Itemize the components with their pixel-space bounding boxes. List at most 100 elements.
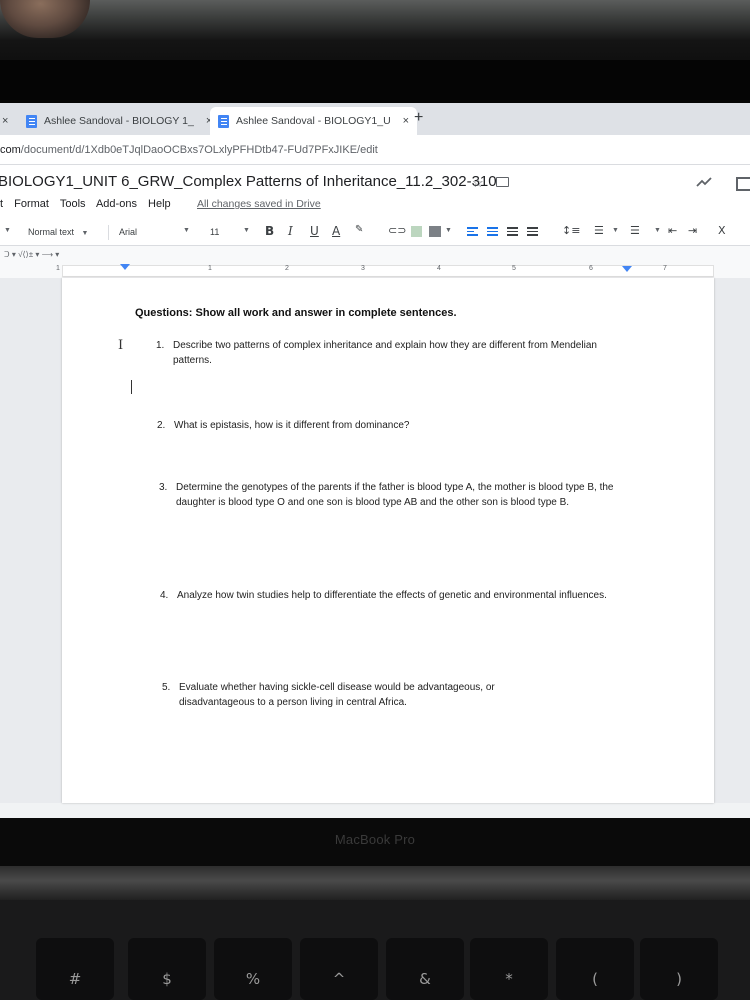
font-size-select[interactable]: 11 [210, 227, 219, 237]
comments-icon[interactable] [736, 177, 750, 191]
document-canvas: I Questions: Show all work and answer in… [0, 278, 750, 803]
question-text: Describe two patterns of complex inherit… [173, 340, 597, 366]
tab-close-icon[interactable]: × [403, 115, 409, 127]
equation-symbols-icon[interactable]: Ↄ ▾ √⟨⟩± ▾ ⟶ ▾ [4, 250, 59, 259]
questions-heading: Questions: Show all work and answer in c… [135, 307, 457, 319]
underline-button[interactable]: U [310, 224, 319, 238]
question-number: 2. [157, 420, 166, 431]
clear-formatting-button[interactable]: X [718, 224, 726, 237]
url-path: /document/d/1Xdb0eTJqlDaoOCBxs7OLxlyPFHD… [20, 144, 378, 156]
ruler-number: 1 [208, 265, 212, 272]
zoom-dropdown-icon[interactable]: ▼ [4, 227, 11, 234]
menu-edit[interactable]: t [0, 198, 3, 210]
url-text[interactable]: com/document/d/1Xdb0eTJqlDaoOCBxs7OLxlyP… [0, 144, 378, 156]
highlight-icon[interactable]: ✎ [355, 224, 363, 235]
ruler-number: 6 [589, 265, 593, 272]
question-4: 4. Analyze how twin studies help to diff… [160, 588, 627, 603]
tab-label: Ashlee Sandoval - BIOLOGY1_U [236, 115, 391, 127]
italic-button[interactable]: I [288, 224, 293, 238]
keyboard-key: * [470, 938, 548, 1000]
tab-biology-1[interactable]: Ashlee Sandoval - BIOLOGY 1_ × [18, 107, 220, 135]
insert-image-icon[interactable] [429, 226, 441, 237]
text-color-button[interactable]: A [332, 224, 340, 238]
browser-tab-bar: × Ashlee Sandoval - BIOLOGY 1_ × Ashlee … [0, 103, 750, 135]
font-select[interactable]: Arial [119, 227, 137, 237]
image-dropdown-icon[interactable]: ▼ [445, 227, 452, 234]
address-bar[interactable]: com/document/d/1Xdb0eTJqlDaoOCBxs7OLxlyP… [0, 135, 750, 165]
tab-label: Ashlee Sandoval - BIOLOGY 1_ [44, 115, 194, 127]
ruler-track [62, 265, 714, 277]
ruler-number: 1 [56, 265, 60, 272]
question-number: 5. [162, 682, 171, 693]
justify-icon[interactable] [527, 227, 538, 236]
decrease-indent-icon[interactable]: ⇤ [668, 224, 677, 237]
document-page[interactable]: I Questions: Show all work and answer in… [62, 278, 714, 803]
activity-trend-icon[interactable] [696, 177, 712, 187]
text-cursor-icon: I [118, 338, 124, 353]
menu-addons[interactable]: Add-ons [96, 198, 137, 210]
checklist-dropdown-icon[interactable]: ▼ [612, 227, 619, 234]
question-text: What is epistasis, how is it different f… [174, 420, 410, 431]
question-number: 3. [159, 482, 168, 493]
ruler-number: 3 [361, 265, 365, 272]
link-icon[interactable]: ⊂⊃ [388, 224, 406, 237]
keyboard-key: ( [556, 938, 634, 1000]
keyboard-key: # [36, 938, 114, 1000]
menu-help[interactable]: Help [148, 198, 171, 210]
font-dropdown-icon[interactable]: ▼ [183, 227, 190, 234]
tab-biology-unit[interactable]: Ashlee Sandoval - BIOLOGY1_U × [210, 107, 418, 135]
document-title[interactable]: BIOLOGY1_UNIT 6_GRW_Complex Patterns of … [0, 173, 497, 190]
docs-header: BIOLOGY1_UNIT 6_GRW_Complex Patterns of … [0, 165, 750, 219]
docs-toolbar: ▼ Normal text ▼ Arial ▼ 11 ▼ B I U A ✎ ⊂… [0, 219, 750, 246]
ruler-number: 5 [512, 265, 516, 272]
paragraph-style-select[interactable]: Normal text ▼ [28, 227, 88, 237]
docs-icon [26, 114, 37, 128]
bold-button[interactable]: B [265, 224, 274, 238]
question-number: 1. [156, 340, 165, 351]
laptop-screen: × Ashlee Sandoval - BIOLOGY 1_ × Ashlee … [0, 103, 750, 863]
keyboard-key: $ [128, 938, 206, 1000]
laptop-model-label: MacBook Pro [334, 832, 416, 847]
keyboard-key: ^ [300, 938, 378, 1000]
question-number: 4. [160, 590, 169, 601]
menu-format[interactable]: Format [14, 198, 49, 210]
star-icon[interactable]: ☆ [472, 175, 484, 191]
question-5: 5. Evaluate whether having sickle-cell d… [162, 680, 549, 710]
ruler-number: 4 [437, 265, 441, 272]
url-domain: com [0, 144, 21, 156]
question-text: Determine the genotypes of the parents i… [176, 482, 614, 508]
insert-comment-icon[interactable] [411, 226, 422, 237]
left-indent-marker[interactable] [120, 264, 130, 270]
docs-icon [218, 114, 229, 128]
equation-toolbar-row: Ↄ ▾ √⟨⟩± ▾ ⟶ ▾ [0, 246, 750, 264]
ruler-number: 2 [285, 265, 289, 272]
bullet-dropdown-icon[interactable]: ▼ [654, 227, 661, 234]
align-right-icon[interactable] [507, 227, 518, 236]
question-text: Analyze how twin studies help to differe… [177, 590, 607, 601]
right-indent-marker[interactable] [622, 266, 632, 272]
question-text: Evaluate whether having sickle-cell dise… [179, 682, 495, 708]
keyboard-key: % [214, 938, 292, 1000]
align-center-icon[interactable] [487, 227, 498, 236]
move-to-folder-icon[interactable] [496, 177, 509, 187]
keyboard: # $ % ^ & * ( ) [0, 900, 750, 1000]
keyboard-key: & [386, 938, 464, 1000]
text-caret [131, 380, 132, 394]
keyboard-key: ) [640, 938, 718, 1000]
align-left-icon[interactable] [467, 227, 478, 236]
bulleted-list-icon[interactable]: ☰ [630, 224, 640, 237]
menu-tools[interactable]: Tools [60, 198, 86, 210]
new-tab-button[interactable]: + [414, 109, 423, 127]
checklist-icon[interactable]: ☰ [594, 224, 604, 237]
laptop-hinge [0, 866, 750, 902]
tab-close-icon[interactable]: × [2, 115, 8, 127]
save-status[interactable]: All changes saved in Drive [197, 198, 321, 210]
font-size-dropdown-icon[interactable]: ▼ [243, 227, 250, 234]
person-face-blur [0, 0, 90, 38]
laptop-top-bezel [0, 60, 750, 106]
increase-indent-icon[interactable]: ⇥ [688, 224, 697, 237]
ruler-number: 7 [663, 265, 667, 272]
question-2: 2. What is epistasis, how is it differen… [157, 418, 624, 433]
ruler[interactable]: 1 1 2 3 4 5 6 7 [0, 264, 750, 278]
line-spacing-icon[interactable]: ↕≡ [562, 224, 580, 237]
